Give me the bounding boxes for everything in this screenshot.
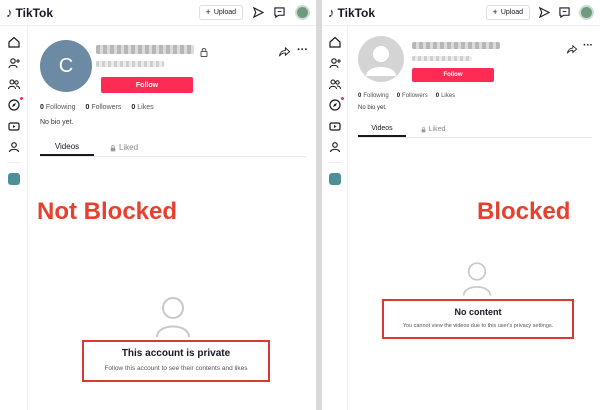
user-silhouette-icon	[156, 297, 190, 338]
message-title: No content	[454, 307, 502, 317]
follow-button[interactable]: Follow	[412, 68, 494, 82]
following-stat[interactable]: 0 Following	[40, 104, 75, 111]
message-subtitle: You cannot view the videos due to this u…	[402, 323, 554, 329]
tiktok-note-icon: ♪	[328, 5, 335, 20]
upload-label: Upload	[213, 9, 236, 16]
live-icon[interactable]	[7, 119, 20, 131]
tab-videos[interactable]: Videos	[40, 139, 94, 156]
likes-stat: 0 Likes	[131, 104, 154, 111]
explore-icon[interactable]	[328, 97, 344, 111]
top-bar: ♪ TikTok + Upload	[0, 0, 316, 26]
app-shortcut-icon[interactable]	[7, 173, 20, 185]
logo-text: TikTok	[15, 5, 54, 20]
upload-label: Upload	[500, 9, 523, 16]
panel-not-blocked: ♪ TikTok + Upload C Follow ··· 0 Followi…	[0, 0, 316, 410]
user-avatar[interactable]	[579, 5, 594, 20]
friends-icon[interactable]	[328, 77, 341, 90]
user-silhouette-icon	[462, 262, 492, 296]
following-icon[interactable]	[7, 56, 20, 69]
tab-videos[interactable]: Videos	[358, 122, 406, 137]
more-options-icon[interactable]: ···	[583, 40, 593, 51]
send-icon[interactable]	[253, 7, 264, 18]
username-redacted	[96, 45, 194, 54]
followers-stat[interactable]: 0 Followers	[397, 93, 428, 99]
panel-blocked: ♪ TikTok + Upload Follow ··· 0 Following…	[322, 0, 600, 410]
profile-bio: No bio yet.	[40, 119, 74, 126]
lock-icon	[110, 144, 116, 151]
profile-stats: 0 Following 0 Followers 0 Likes	[40, 104, 154, 111]
sidebar-divider	[327, 162, 342, 163]
profile-bio: No bio yet.	[358, 105, 387, 111]
likes-stat: 0 Likes	[435, 93, 456, 99]
tab-liked[interactable]: Liked	[94, 139, 154, 156]
tiktok-logo[interactable]: ♪ TikTok	[6, 5, 53, 20]
plus-icon: +	[492, 7, 498, 17]
upload-button[interactable]: + Upload	[485, 5, 530, 20]
share-icon[interactable]	[279, 44, 291, 62]
logo-text: TikTok	[337, 5, 376, 20]
notification-dot	[340, 97, 344, 100]
tab-liked[interactable]: Liked	[406, 122, 460, 137]
more-options-icon[interactable]: ···	[297, 44, 308, 56]
no-content-message: No content You cannot view the videos du…	[382, 299, 574, 339]
tiktok-note-icon: ♪	[6, 5, 13, 20]
friends-icon[interactable]	[7, 77, 20, 90]
avatar-letter: C	[58, 54, 74, 77]
sidebar	[322, 26, 348, 410]
tiktok-logo[interactable]: ♪ TikTok	[328, 5, 375, 20]
followers-stat[interactable]: 0 Followers	[85, 104, 121, 111]
message-subtitle: Follow this account to see their content…	[104, 365, 248, 372]
explore-icon[interactable]	[7, 97, 23, 111]
profile-avatar: C	[40, 40, 92, 92]
top-bar: ♪ TikTok + Upload	[322, 0, 600, 26]
default-avatar-icon	[366, 46, 396, 76]
handle-redacted	[412, 56, 472, 61]
private-account-message: This account is private Follow this acco…	[82, 340, 270, 382]
handle-redacted	[96, 61, 164, 67]
follow-label: Follow	[443, 72, 463, 78]
inbox-icon[interactable]	[559, 7, 570, 18]
sidebar	[0, 26, 28, 410]
profile-tabs: Videos Liked	[40, 139, 306, 157]
following-icon[interactable]	[328, 56, 341, 69]
lock-icon	[200, 44, 208, 62]
profile-avatar-default	[358, 36, 404, 82]
inbox-icon[interactable]	[274, 7, 285, 18]
following-stat[interactable]: 0 Following	[358, 93, 389, 99]
lock-icon	[421, 127, 425, 133]
home-icon[interactable]	[328, 35, 341, 48]
profile-icon[interactable]	[8, 140, 20, 153]
profile-icon[interactable]	[329, 140, 341, 153]
send-icon[interactable]	[539, 7, 550, 18]
profile-tabs: Videos Liked	[358, 122, 592, 138]
notification-dot	[19, 97, 23, 100]
sidebar-divider	[6, 162, 21, 163]
upload-button[interactable]: + Upload	[198, 5, 243, 20]
follow-button[interactable]: Follow	[101, 77, 193, 93]
share-icon[interactable]	[567, 41, 578, 59]
blocked-label: Blocked	[477, 198, 571, 225]
not-blocked-label: Not Blocked	[37, 198, 178, 225]
username-redacted	[412, 42, 500, 49]
app-shortcut-icon[interactable]	[328, 173, 341, 185]
home-icon[interactable]	[7, 35, 20, 48]
user-avatar[interactable]	[295, 5, 310, 20]
profile-stats: 0 Following 0 Followers 0 Likes	[358, 93, 455, 99]
plus-icon: +	[205, 7, 211, 17]
follow-label: Follow	[135, 81, 159, 89]
message-title: This account is private	[121, 348, 231, 359]
live-icon[interactable]	[328, 119, 341, 131]
